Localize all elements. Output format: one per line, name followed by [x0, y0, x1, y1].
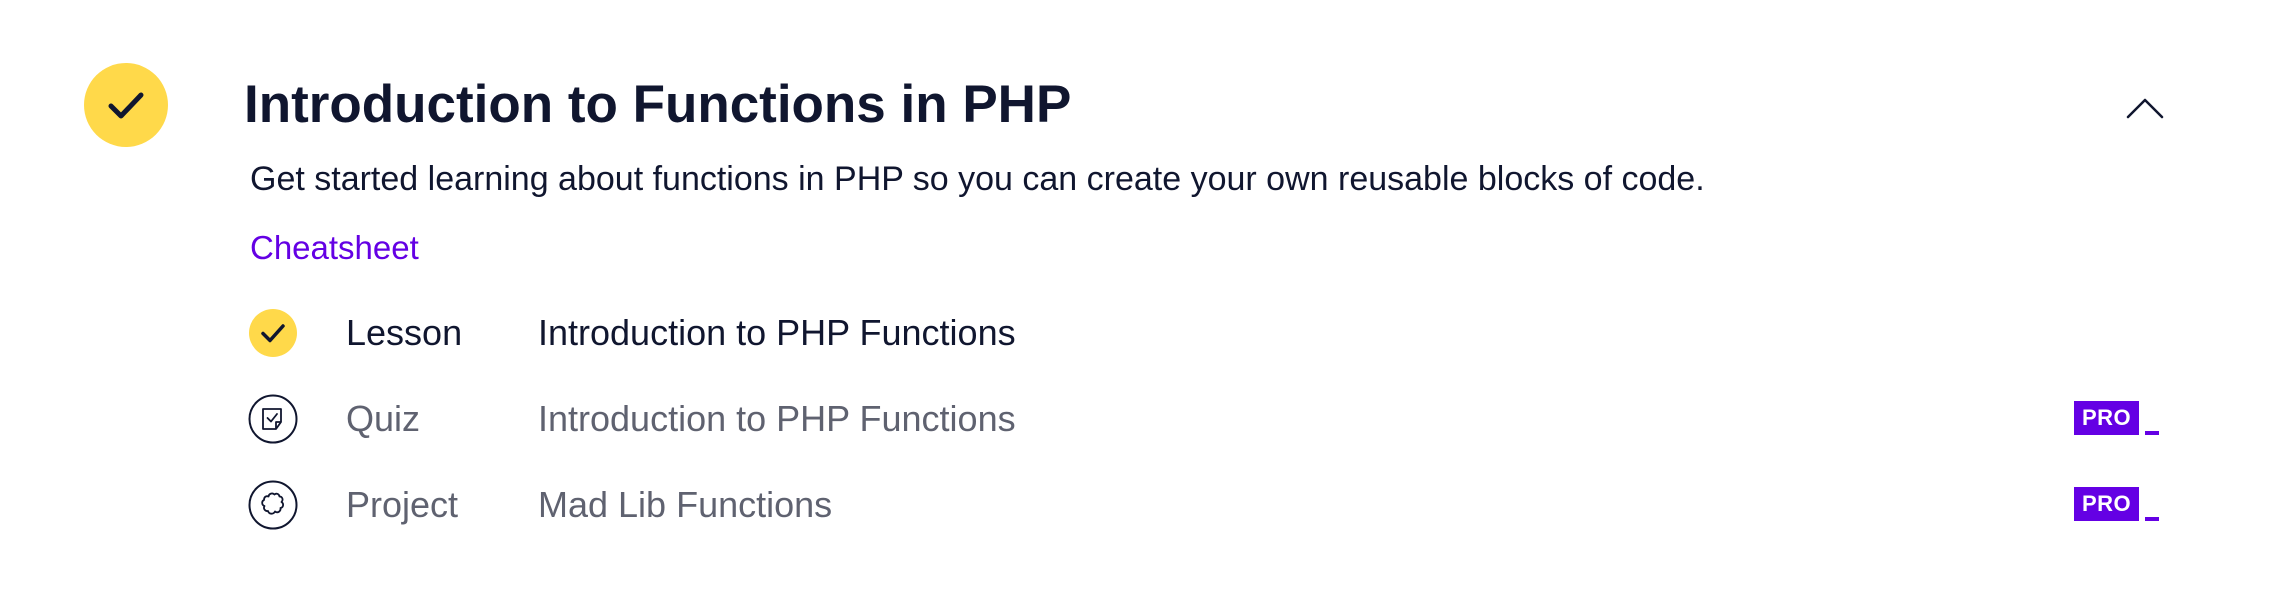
item-name[interactable]: Introduction to PHP Functions	[538, 308, 1016, 358]
module-description: Get started learning about functions in …	[250, 160, 1705, 198]
pro-label: PRO	[2074, 401, 2140, 435]
pro-badge: PRO	[2074, 401, 2160, 435]
module-title: Introduction to Functions in PHP	[244, 75, 1072, 134]
pro-cursor	[2145, 431, 2160, 435]
chevron-up-icon	[2126, 98, 2164, 119]
pro-label: PRO	[2074, 487, 2140, 521]
list-item-quiz[interactable]: Quiz Introduction to PHP Functions PRO	[248, 386, 2168, 472]
module-section: Introduction to Functions in PHP Get sta…	[0, 0, 2278, 602]
lesson-complete-badge	[248, 308, 298, 358]
check-icon	[249, 309, 297, 357]
pro-badge: PRO	[2074, 487, 2160, 521]
quiz-icon	[248, 394, 298, 444]
pro-cursor	[2145, 517, 2160, 521]
collapse-button[interactable]	[2122, 90, 2168, 126]
cheatsheet-link[interactable]: Cheatsheet	[250, 226, 419, 270]
check-icon	[108, 92, 144, 119]
quiz-status	[248, 394, 298, 444]
item-type: Quiz	[346, 398, 421, 439]
item-type: Project	[346, 484, 459, 525]
project-status	[248, 480, 298, 530]
item-type: Lesson	[346, 312, 463, 353]
list-item-lesson[interactable]: Lesson Introduction to PHP Functions	[248, 300, 2168, 386]
puzzle-icon	[248, 480, 298, 530]
list-item-project[interactable]: Project Mad Lib Functions PRO	[248, 472, 2168, 558]
module-items-list: Lesson Introduction to PHP Functions Qui…	[248, 300, 2168, 558]
item-name[interactable]: Mad Lib Functions	[538, 480, 832, 530]
item-name[interactable]: Introduction to PHP Functions	[538, 394, 1016, 444]
module-complete-badge	[84, 63, 168, 147]
